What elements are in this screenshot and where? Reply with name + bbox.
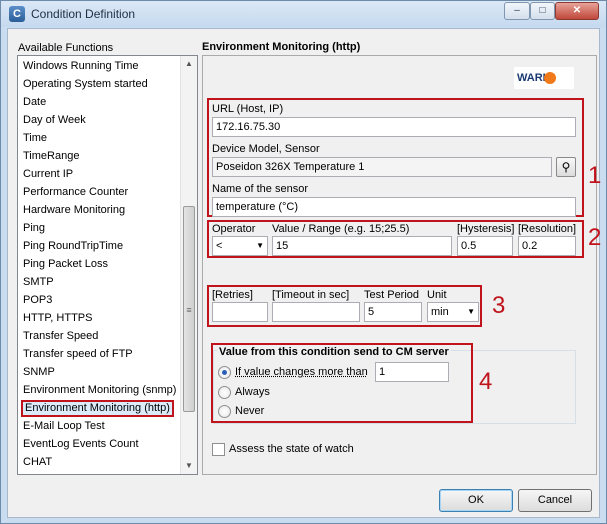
radio-never[interactable] (218, 405, 231, 418)
title-bar[interactable]: C Condition Definition – □ ✕ (1, 1, 606, 27)
brand-logo: WARI (514, 67, 574, 89)
cancel-button[interactable]: Cancel (518, 489, 592, 512)
retries-input[interactable] (212, 302, 268, 322)
function-list-item[interactable]: Ping RoundTripTime (21, 238, 125, 255)
function-list-scrollbar[interactable]: ▲ ≡ ▼ (180, 56, 197, 474)
function-list-item[interactable]: Operating System started (21, 76, 150, 93)
function-list-item[interactable]: Performance Counter (21, 184, 130, 201)
close-button[interactable]: ✕ (555, 2, 599, 20)
function-list-item[interactable]: Transfer speed of FTP (21, 346, 135, 363)
callout-4: 4 (479, 368, 493, 395)
device-model-label: Device Model, Sensor (212, 143, 320, 155)
callout-2: 2 (588, 224, 602, 251)
function-list-item[interactable]: E-Mail Loop Test (21, 418, 107, 435)
timeout-input[interactable] (272, 302, 360, 322)
timeout-label: [Timeout in sec] (272, 289, 350, 301)
radio-never-label[interactable]: Never (235, 405, 264, 417)
condition-type-heading: Environment Monitoring (http) (202, 41, 361, 53)
operator-label: Operator (212, 223, 256, 235)
condition-definition-window: C Condition Definition – □ ✕ Available F… (0, 0, 607, 524)
unit-dropdown[interactable]: min ▼ (427, 302, 479, 322)
function-list-item[interactable]: Day of Week (21, 112, 88, 129)
hysteresis-label: [Hysteresis] (457, 223, 515, 235)
function-list-item[interactable]: HTTP, HTTPS (21, 310, 94, 327)
ok-button[interactable]: OK (439, 489, 513, 512)
unit-label: Unit (427, 289, 447, 301)
scroll-thumb[interactable]: ≡ (183, 206, 195, 412)
chevron-down-icon: ▼ (467, 307, 475, 316)
scroll-down-arrow-icon[interactable]: ▼ (181, 458, 197, 474)
function-list-item[interactable]: Ping Packet Loss (21, 256, 110, 273)
function-list[interactable]: Windows Running Time Operating System sta… (17, 55, 198, 475)
window-title: Condition Definition (31, 7, 136, 21)
function-list-item[interactable]: EventLog Events Count (21, 436, 141, 453)
radio-if-value-changes-label[interactable]: If value changes more than (235, 366, 368, 378)
callout-3: 3 (492, 292, 506, 319)
binoculars-icon[interactable]: ⚲ (556, 157, 576, 177)
sensor-name-input[interactable]: temperature (°C) (212, 197, 576, 217)
app-icon: C (9, 6, 25, 22)
test-period-label: Test Period (364, 289, 420, 301)
function-list-item[interactable]: Environment Monitoring (snmp) (21, 382, 178, 399)
chevron-down-icon: ▼ (256, 241, 264, 250)
function-list-item[interactable]: Time (21, 130, 49, 147)
scroll-up-arrow-icon[interactable]: ▲ (181, 56, 197, 72)
dialog-client-area: Available Functions Windows Running Time… (7, 28, 601, 518)
available-functions-heading: Available Functions (18, 42, 114, 54)
assess-state-label[interactable]: Assess the state of watch (229, 443, 354, 455)
condition-settings-panel: WARI 1 URL (Host, IP) 172.16.75.30 Devic… (202, 55, 601, 475)
logo-mark-icon (543, 72, 556, 85)
hysteresis-input[interactable]: 0.5 (457, 236, 513, 256)
maximize-button[interactable]: □ (530, 2, 555, 20)
radio-if-value-changes[interactable] (218, 366, 231, 379)
function-list-item[interactable]: CHAT Variable (21, 472, 97, 474)
sensor-name-label: Name of the sensor (212, 183, 308, 195)
minimize-button[interactable]: – (504, 2, 530, 20)
change-threshold-input[interactable]: 1 (375, 362, 449, 382)
resolution-label: [Resolution] (518, 223, 577, 235)
function-list-item[interactable]: CHAT (21, 454, 54, 471)
function-list-item[interactable]: Ping (21, 220, 47, 237)
radio-always-label[interactable]: Always (235, 386, 270, 398)
operator-value: < (216, 240, 223, 252)
device-model-field[interactable]: Poseidon 326X Temperature 1 (212, 157, 552, 177)
resolution-input[interactable]: 0.2 (518, 236, 576, 256)
unit-value: min (431, 306, 449, 318)
operator-dropdown[interactable]: < ▼ (212, 236, 268, 256)
url-input[interactable]: 172.16.75.30 (212, 117, 576, 137)
value-range-label: Value / Range (e.g. 15;25.5) (272, 223, 410, 235)
send-group-title: Value from this condition send to CM ser… (217, 346, 451, 358)
function-list-item[interactable]: TimeRange (21, 148, 81, 165)
logo-text: WARI (517, 72, 546, 84)
function-list-item[interactable]: Transfer Speed (21, 328, 100, 345)
function-list-item[interactable]: Current IP (21, 166, 75, 183)
function-list-item[interactable]: Hardware Monitoring (21, 202, 127, 219)
function-list-item[interactable]: SNMP (21, 364, 57, 381)
function-list-item[interactable]: Date (21, 94, 48, 111)
function-list-item[interactable]: Environment Monitoring (http) (21, 400, 174, 417)
function-list-item[interactable]: SMTP (21, 274, 56, 291)
callout-1: 1 (588, 162, 602, 189)
function-list-item[interactable]: Windows Running Time (21, 58, 141, 75)
function-list-item[interactable]: POP3 (21, 292, 54, 309)
value-range-input[interactable]: 15 (272, 236, 452, 256)
radio-always[interactable] (218, 386, 231, 399)
test-period-input[interactable]: 5 (364, 302, 422, 322)
retries-label: [Retries] (212, 289, 253, 301)
url-label: URL (Host, IP) (212, 103, 284, 115)
assess-state-checkbox[interactable] (212, 443, 225, 456)
